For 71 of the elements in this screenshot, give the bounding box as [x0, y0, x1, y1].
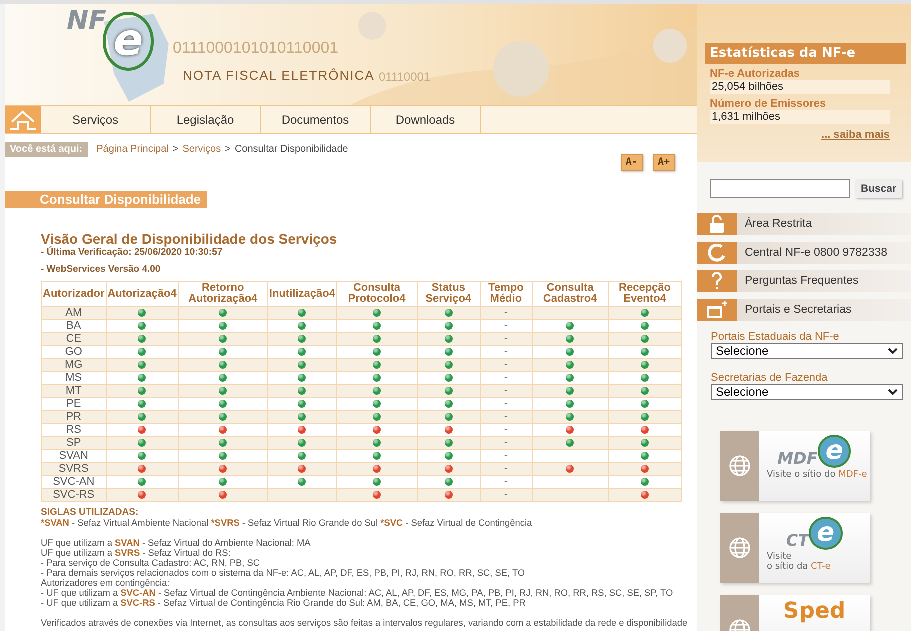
globe-icon: [728, 455, 750, 478]
stats-title: Estatísticas da NF-e: [705, 43, 906, 64]
table-cell: -: [480, 358, 532, 372]
banner-logo: Sped: [783, 599, 846, 624]
decorative-digits: 01110001: [379, 70, 431, 84]
breadcrumb-current: Consultar Disponibilidade: [234, 144, 348, 155]
breadcrumb-separator: >: [172, 144, 179, 155]
font-size-button[interactable]: A+: [652, 154, 675, 171]
banner-logo: CT e: [786, 517, 843, 550]
version-text: - WebServices Versão 4.00: [41, 264, 162, 275]
padlock-icon: [709, 215, 725, 233]
stat-label: Número de Emissores: [710, 98, 828, 110]
table-cell: -: [480, 332, 532, 346]
breadcrumb-label: Você está aqui:: [5, 142, 88, 157]
breadcrumb-separator: >: [225, 144, 231, 155]
globe-icon: [728, 537, 750, 560]
note-text: - Para serviço de Consulta Cadastro: AC, RN, PB, SC: [41, 558, 262, 568]
menu-item[interactable]: Central NF-e 0800 9782338: [697, 242, 911, 264]
search-field[interactable]: [710, 179, 850, 198]
select-label: Portais Estaduais da NF-e: [711, 331, 840, 344]
select-dropdown[interactable]: Selecione: [711, 384, 903, 400]
banner-caption: Visite o sítio do MDF-e: [766, 470, 868, 480]
stat-label: NF-e Autorizadas: [710, 68, 802, 80]
banner-caption: Visite o sítio da CT-e: [766, 552, 831, 572]
site-title: NOTA FISCAL ELETRÔNICA: [183, 68, 375, 83]
breadcrumb-link[interactable]: Serviços: [182, 144, 222, 155]
table-cell: SVC-RS: [42, 488, 106, 502]
select-dropdown[interactable]: Selecione: [711, 343, 903, 360]
table-cell: MG: [42, 358, 106, 372]
stat-value: 1,631 milhões: [710, 110, 890, 124]
stat-value: 25,054 bilhões: [710, 80, 890, 94]
question-icon: [711, 272, 723, 290]
note-text: - UF que utilizam a SVC-RS - Sefaz Virtual de Contingência Rio Grande do Sul: AM, BA, CE, GO, MA, MS, MT, PE, PR: [41, 598, 527, 608]
notes-title: SIGLAS UTILIZADAS:: [41, 507, 140, 518]
banner-logo: MDF e: [778, 435, 852, 468]
chevron-down-icon: [888, 348, 898, 355]
menu-item[interactable]: Portais e Secretarias: [697, 298, 911, 321]
home-icon: [8, 110, 38, 130]
table-cell: MT: [42, 384, 106, 398]
menu-item[interactable]: Área Restrita: [697, 213, 911, 235]
table-cell: -: [480, 462, 532, 476]
column-header: Autorizador: [42, 282, 106, 306]
note-text: - Para demais serviços relacionados com o sistema da NF-e: AC, AL, AP, DF, ES, PB, PI, RJ, RN, RO, RR, SC, SE, TO: [41, 568, 526, 578]
table-cell: -: [480, 410, 532, 424]
last-check-text: - Última Verificação: 25/06/2020 10:30:57: [41, 247, 223, 258]
page-title: Consultar Disponibilidade: [5, 191, 208, 208]
table-cell: CE: [42, 332, 106, 346]
table-cell: SP: [42, 436, 106, 450]
note-text: Verificados através de conexões via Internet, as consultas aos serviços são feitas a intervalos regulares, variando com a estabilidade da rede e disponibilidade: [41, 618, 685, 628]
note-text: - UF que utilizam a SVC-AN - Sefaz Virtual de Contingência Ambiente Nacional: AC, AL, AP, DF, ES, MG, PA, PB, PI, RJ, RN, RO, RR, RS, SC, SE, SP, TO: [41, 588, 674, 598]
search-button[interactable]: Buscar: [856, 180, 902, 198]
chevron-down-icon: [888, 388, 898, 396]
font-size-button[interactable]: A-: [620, 154, 643, 171]
note-text: UF que utilizam a SVAN - Sefaz Virtual do Ambiente Nacional: MA: [41, 538, 312, 548]
table-cell: -: [480, 488, 532, 502]
decorative-digits: 0111000101010110001: [173, 40, 339, 58]
table-cell: -: [480, 384, 532, 398]
table-cell: -: [480, 436, 532, 450]
table-cell: PR: [42, 410, 106, 424]
breadcrumb-link[interactable]: Página Principal: [96, 144, 169, 155]
section-heading: Visão Geral de Disponibilidade dos Serviços: [41, 231, 338, 247]
table-cell: -: [480, 306, 532, 320]
note-text: UF que utilizam a SVRS - Sefaz Virtual do RS:: [41, 548, 232, 558]
note-text: Autorizadores em contingência:: [41, 578, 171, 588]
table-cell: AM: [42, 306, 106, 320]
menu-item[interactable]: Perguntas Frequentes: [697, 270, 911, 292]
window-icon: [706, 300, 728, 319]
table-cell: SVRS: [42, 462, 106, 476]
select-label: Secretarias de Fazenda: [711, 372, 829, 384]
home-button[interactable]: [5, 106, 41, 133]
note-text: *SVAN - Sefaz Virtual Ambiente Nacional *SVRS - Sefaz Virtual Rio Grande do Sul *SVC - Sefaz Virtual de Contingência: [41, 518, 534, 528]
